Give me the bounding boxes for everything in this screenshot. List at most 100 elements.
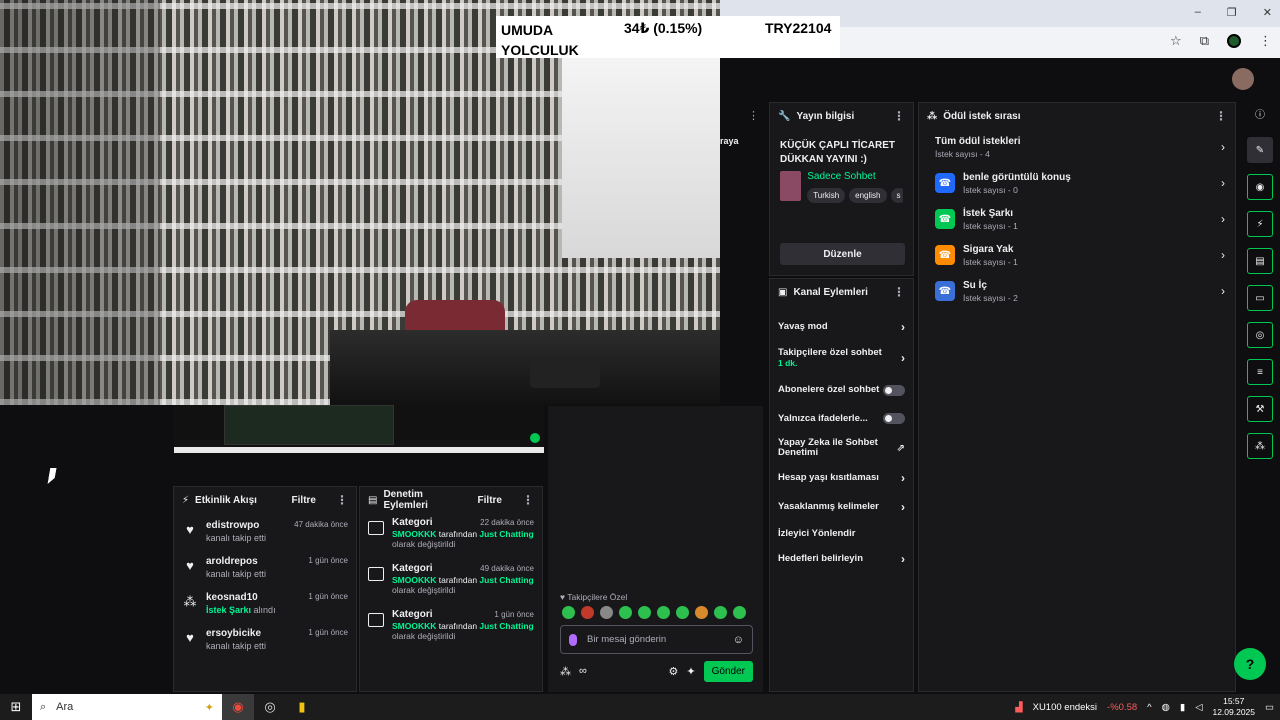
channel-action-item[interactable]: Yalnızca ifadelerle... [770, 404, 913, 433]
list-item[interactable]: ⁂ keosnad10 1 gün önce İstek Şarkı alındı [174, 585, 356, 621]
mod-user[interactable]: SMOOKKK [392, 575, 436, 585]
mod-action-title: Kategori [392, 563, 433, 574]
reward-row[interactable]: ☎ Sigara Yak İstek sayısı - 1 › [919, 237, 1235, 273]
app-icon-2[interactable]: ◎ [254, 694, 286, 720]
reward-row[interactable]: ☎ Su İç İstek sayısı - 2 › [919, 273, 1235, 309]
mod-actions-title: Denetim Eylemleri [383, 489, 428, 511]
bookmark-star-icon[interactable]: ☆ [1170, 33, 1182, 49]
partial-panel-menu-icon[interactable]: ⋮ [748, 109, 759, 122]
mod-user[interactable]: SMOOKKK [392, 529, 436, 539]
extensions-icon[interactable]: ⧉ [1200, 33, 1209, 49]
mod-target[interactable]: Just Chatting [479, 621, 533, 631]
taskbar-search[interactable]: ⌕ Ara ✦ [32, 694, 222, 720]
tag[interactable]: s [890, 188, 903, 203]
pencil-icon[interactable]: ✎ [1247, 137, 1273, 163]
channel-action-item[interactable]: Hedefleri belirleyin › [770, 546, 913, 572]
minimize-icon[interactable]: – [1195, 6, 1201, 19]
browser-menu-icon[interactable]: ⋮ [1259, 33, 1272, 49]
emote-5[interactable] [638, 606, 651, 619]
windows-start-icon[interactable]: ⊞ [0, 699, 32, 715]
emote-1[interactable] [562, 606, 575, 619]
channel-action-item[interactable]: Hesap yaşı kısıtlaması › [770, 463, 913, 492]
emote-10[interactable] [733, 606, 746, 619]
list-item[interactable]: Kategori 22 dakika önce SMOOKKK tarafından… [360, 513, 542, 559]
feed-username[interactable]: aroldrepos [206, 556, 258, 567]
emoji-icon[interactable]: ☺ [733, 634, 744, 646]
restore-icon[interactable]: ❐ [1227, 6, 1237, 19]
emote-4[interactable] [619, 606, 632, 619]
reward-queue-menu-icon[interactable]: ⋮ [1215, 109, 1227, 123]
info-icon[interactable]: ⓘ [1247, 100, 1273, 126]
category-link[interactable]: Sadece Sohbet [807, 171, 903, 182]
send-button[interactable]: Gönder [703, 660, 753, 682]
toggle-switch[interactable] [883, 413, 905, 424]
app-icon-3[interactable]: ▮ [286, 694, 318, 720]
activity-menu-icon[interactable]: ⋮ [336, 493, 348, 507]
chat-input-box[interactable]: ☺ [560, 625, 753, 654]
channel-action-item[interactable]: İzleyici Yönlendir [770, 521, 913, 546]
clock[interactable]: 15:57 12.09.2025 [1212, 696, 1255, 718]
volume-icon[interactable]: ◁ [1195, 702, 1202, 713]
chevron-up-icon[interactable]: ^ [1147, 702, 1151, 713]
activity-filter-button[interactable]: Filtre [292, 495, 316, 506]
chat-icon[interactable]: ▭ [1247, 285, 1273, 311]
points-gift-icon[interactable]: ✦ [686, 665, 695, 678]
tag[interactable]: english [849, 188, 887, 203]
mod-target[interactable]: Just Chatting [479, 529, 533, 539]
clipboard-icon[interactable]: ▤ [1247, 248, 1273, 274]
tray-icon-1[interactable]: ◍ [1162, 702, 1170, 713]
help-button[interactable]: ? [1234, 648, 1266, 680]
all-rewards-row[interactable]: Tüm ödül istekleri İstek sayısı - 4 › [919, 129, 1235, 165]
followers-only-label: ♥ Takipçilere Özel [560, 592, 628, 602]
emote-9[interactable] [714, 606, 727, 619]
emote-3[interactable] [600, 606, 613, 619]
microphone-icon[interactable] [569, 633, 577, 646]
tag[interactable]: Turkish [807, 188, 846, 203]
chrome-icon[interactable]: ◉ [222, 694, 254, 720]
chat-input[interactable] [587, 634, 723, 645]
points-icon[interactable]: ⁂ [1247, 433, 1273, 459]
channel-action-item[interactable]: Yasaklanmış kelimeler › [770, 492, 913, 521]
reward-queue-title: Ödül istek sırası [943, 110, 1021, 122]
list-icon[interactable]: ≡ [1247, 359, 1273, 385]
mod-user[interactable]: SMOOKKK [392, 621, 436, 631]
toggle-switch[interactable] [883, 384, 905, 396]
list-item[interactable]: ♥ aroldrepos 1 gün önce kanalı takip etti [174, 549, 356, 585]
stream-info-menu-icon[interactable]: ⋮ [893, 109, 905, 123]
feed-username[interactable]: ersoybicike [206, 628, 261, 639]
microphone-icon[interactable]: ▮ [1180, 702, 1185, 713]
lightning-icon[interactable]: ⚡ [1247, 211, 1273, 237]
list-item[interactable]: Kategori 49 dakika önce SMOOKKK tarafından… [360, 559, 542, 605]
wrench-icon[interactable]: ⚒ [1247, 396, 1273, 422]
channel-points-icon[interactable]: ⁂ [560, 665, 571, 678]
reward-body: Su İç İstek sayısı - 2 [963, 280, 1213, 303]
channel-action-item[interactable]: Takipçilere özel sohbet 1 dk. › [770, 339, 913, 376]
user-avatar[interactable] [1232, 68, 1254, 90]
feed-username[interactable]: edistrowpo [206, 520, 259, 531]
emote-6[interactable] [657, 606, 670, 619]
list-item[interactable]: ♥ ersoybicike 1 gün önce kanalı takip etti [174, 621, 356, 657]
channel-action-item[interactable]: Yavaş mod › [770, 315, 913, 339]
broadcast-icon[interactable]: ◎ [1247, 322, 1273, 348]
mod-target[interactable]: Just Chatting [479, 575, 533, 585]
list-item[interactable]: Kategori 1 gün önce SMOOKKK tarafından Jus… [360, 605, 542, 651]
profile-avatar[interactable] [1227, 34, 1241, 48]
reward-row[interactable]: ☎ İstek Şarkı İstek sayısı - 1 › [919, 201, 1235, 237]
emote-7[interactable] [676, 606, 689, 619]
notification-icon[interactable]: ▭ [1265, 702, 1274, 713]
close-icon[interactable]: ✕ [1263, 6, 1272, 19]
camera-icon[interactable]: ◉ [1247, 174, 1273, 200]
emote-2[interactable] [581, 606, 594, 619]
chat-settings-icon[interactable]: ⚙ [669, 665, 679, 678]
edit-button[interactable]: Düzenle [780, 243, 905, 265]
mod-filter-button[interactable]: Filtre [478, 495, 502, 506]
list-item[interactable]: ♥ edistrowpo 47 dakika önce kanalı takip et… [174, 513, 356, 549]
mod-menu-icon[interactable]: ⋮ [522, 493, 534, 507]
emote-8[interactable] [695, 606, 708, 619]
channel-action-item[interactable]: Yapay Zeka ile Sohbet Denetimi ⇗ [770, 433, 913, 463]
chevron-right-icon: › [901, 470, 905, 485]
reward-row[interactable]: ☎ benle görüntülü konuş İstek sayısı - 0 › [919, 165, 1235, 201]
channel-action-item[interactable]: Abonelere özel sohbet [770, 376, 913, 404]
channel-actions-menu-icon[interactable]: ⋮ [893, 285, 905, 299]
feed-username[interactable]: keosnad10 [206, 592, 258, 603]
